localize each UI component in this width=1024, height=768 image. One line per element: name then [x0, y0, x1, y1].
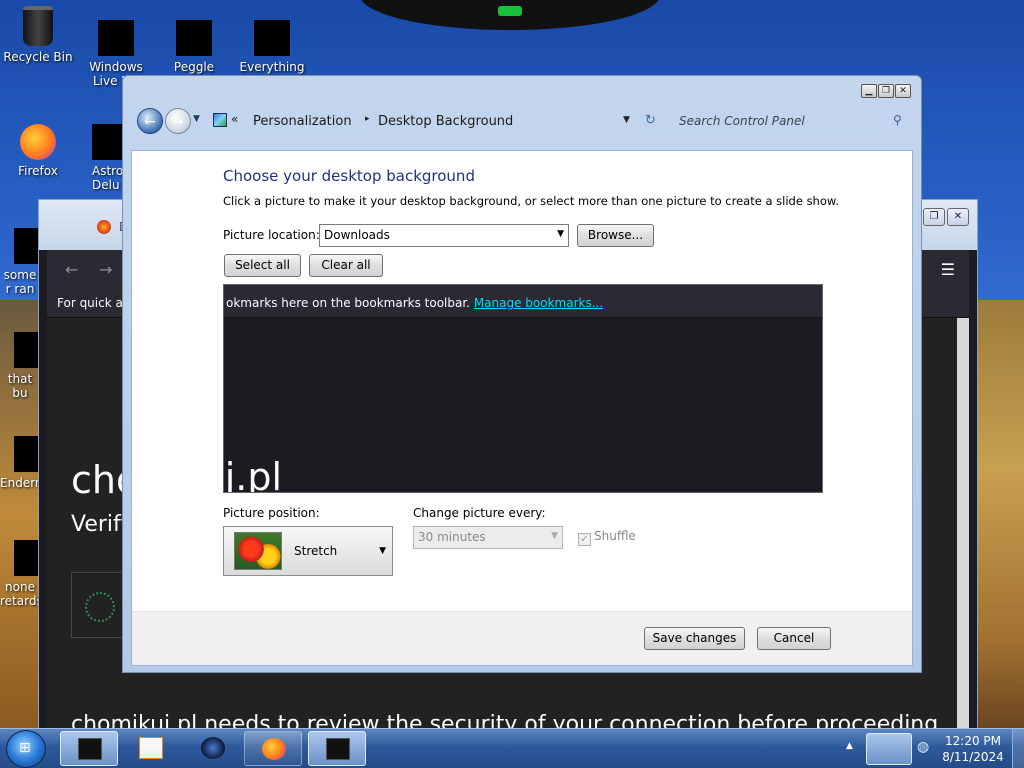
- breadcrumb-separator-icon[interactable]: ▸: [365, 114, 370, 124]
- windows-logo-icon: ⊞: [19, 740, 31, 756]
- firefox-icon: [20, 124, 56, 160]
- flower-thumbnail-icon: [234, 532, 282, 570]
- picture-gallery[interactable]: okmarks here on the bookmarks toolbar. M…: [223, 284, 823, 493]
- browse-button[interactable]: Browse...: [577, 224, 654, 247]
- checkmark-icon: ✓: [578, 533, 591, 546]
- desktop-icon-that[interactable]: that bu: [0, 332, 40, 400]
- taskbar-item-computer[interactable]: [60, 731, 118, 766]
- chevron-down-icon: ▼: [379, 546, 386, 556]
- picture-location-value: Downloads: [324, 228, 390, 242]
- none-icon: [14, 540, 40, 576]
- forward-arrow-icon[interactable]: →: [99, 260, 112, 279]
- change-picture-select[interactable]: 30 minutes ▼: [413, 526, 563, 549]
- search-icon[interactable]: ⚲: [893, 113, 902, 127]
- change-picture-value: 30 minutes: [418, 530, 486, 544]
- history-dropdown-icon[interactable]: ▼: [193, 114, 200, 124]
- taskbar-item-media[interactable]: [120, 731, 178, 766]
- menu-icon[interactable]: ☰: [941, 260, 955, 279]
- picture-location-label: Picture location:: [223, 228, 320, 242]
- back-arrow-icon[interactable]: ←: [65, 260, 78, 279]
- search-input[interactable]: Search Control Panel: [679, 114, 915, 128]
- gallery-bookmarks-text: okmarks here on the bookmarks toolbar.: [226, 296, 474, 310]
- clock[interactable]: 12:20 PM 8/11/2024: [936, 733, 1010, 765]
- bookmarks-bar-text: For quick ac: [57, 296, 130, 310]
- change-picture-label: Change picture every:: [413, 506, 546, 520]
- address-dropdown-icon[interactable]: ▼: [623, 115, 630, 125]
- media-player-icon: [139, 737, 163, 759]
- computer-icon: [78, 738, 102, 760]
- refresh-icon[interactable]: ↻: [645, 113, 656, 128]
- shuffle-label: Shuffle: [594, 529, 636, 543]
- clock-date: 8/11/2024: [942, 750, 1004, 764]
- select-all-button[interactable]: Select all: [224, 254, 301, 277]
- show-hidden-icons-icon[interactable]: ▲: [846, 741, 853, 751]
- picture-position-value: Stretch: [294, 544, 338, 558]
- desktop-icon-enderm[interactable]: Enderm: [0, 436, 40, 490]
- cancel-button[interactable]: Cancel: [757, 627, 831, 650]
- close-button[interactable]: ✕: [895, 84, 911, 98]
- gallery-heading: chomikuj.pl: [224, 455, 283, 493]
- enderm-icon: [14, 436, 40, 472]
- chevron-down-icon: ▼: [551, 531, 558, 541]
- desktop-icon-none[interactable]: none retards: [0, 540, 40, 608]
- manage-bookmarks-link[interactable]: Manage bookmarks...: [474, 296, 603, 310]
- loading-spinner-icon: [85, 592, 115, 622]
- clock-time: 12:20 PM: [945, 734, 1001, 748]
- control-panel-icon: [326, 738, 350, 760]
- shuffle-checkbox[interactable]: ✓ Shuffle: [578, 529, 636, 546]
- recycle-bin-icon: [23, 6, 53, 46]
- save-changes-button[interactable]: Save changes: [644, 627, 745, 650]
- network-icon[interactable]: ◍: [917, 739, 929, 755]
- back-button[interactable]: ←: [137, 108, 163, 134]
- desktop-gadget: [360, 0, 660, 30]
- taskbar-item-control-panel[interactable]: [308, 731, 366, 766]
- maximize-button[interactable]: ❐: [878, 84, 894, 98]
- astro-icon: [92, 124, 122, 160]
- breadcrumb-personalization[interactable]: Personalization: [253, 114, 352, 129]
- page-description: Click a picture to make it your desktop …: [223, 194, 839, 208]
- gallery-bookmarks-bar: okmarks here on the bookmarks toolbar. M…: [224, 285, 822, 318]
- forward-button[interactable]: →: [165, 108, 191, 134]
- taskbar-item-globe[interactable]: [184, 731, 242, 766]
- minimize-button[interactable]: ▁: [861, 84, 877, 98]
- dialog-footer: Save changes Cancel: [132, 611, 912, 665]
- globe-icon: [201, 737, 225, 759]
- firefox-tab-icon: [97, 220, 111, 234]
- tray-app-icon[interactable]: [866, 733, 912, 765]
- firefox-icon: [262, 738, 286, 760]
- breadcrumb-desktop-background[interactable]: Desktop Background: [378, 114, 513, 129]
- chevron-down-icon: ▼: [557, 229, 564, 239]
- browser-close-button[interactable]: ✕: [947, 208, 969, 226]
- taskbar: ⊞ ▲ ◍ 12:20 PM 8/11/2024: [0, 728, 1024, 768]
- desktop-icon-recycle-bin[interactable]: Recycle Bin: [0, 6, 76, 64]
- taskbar-item-firefox[interactable]: [244, 731, 302, 766]
- some-icon: [14, 228, 40, 264]
- address-bar: ← → ▼ « Personalization ▸ Desktop Backgr…: [131, 102, 913, 148]
- picture-position-label: Picture position:: [223, 506, 320, 520]
- desktop-icon-astro[interactable]: Astro Delu: [78, 124, 122, 192]
- browser-scrollbar[interactable]: [957, 318, 969, 728]
- desktop-icon-everything[interactable]: Everything: [234, 20, 310, 74]
- control-panel-window[interactable]: ▁ ❐ ✕ ← → ▼ « Personalization ▸ Desktop …: [122, 75, 922, 673]
- desktop-icon-some[interactable]: some r ran: [0, 228, 40, 296]
- breadcrumb-overflow[interactable]: «: [231, 112, 238, 126]
- control-panel-icon: [213, 113, 227, 127]
- everything-icon: [254, 20, 290, 56]
- peggle-icon: [176, 20, 212, 56]
- that-icon: [14, 332, 40, 368]
- picture-location-select[interactable]: Downloads ▼: [319, 224, 569, 247]
- desktop-background-panel: Choose your desktop background Click a p…: [131, 150, 913, 666]
- start-button[interactable]: ⊞: [6, 730, 46, 768]
- picture-position-select[interactable]: Stretch ▼: [223, 526, 393, 576]
- browser-restore-button[interactable]: ❐: [923, 208, 945, 226]
- windows-live-icon: [98, 20, 134, 56]
- clear-all-button[interactable]: Clear all: [309, 254, 383, 277]
- desktop-icon-firefox[interactable]: Firefox: [0, 124, 76, 178]
- page-title: Choose your desktop background: [223, 167, 475, 185]
- show-desktop-button[interactable]: [1012, 729, 1024, 768]
